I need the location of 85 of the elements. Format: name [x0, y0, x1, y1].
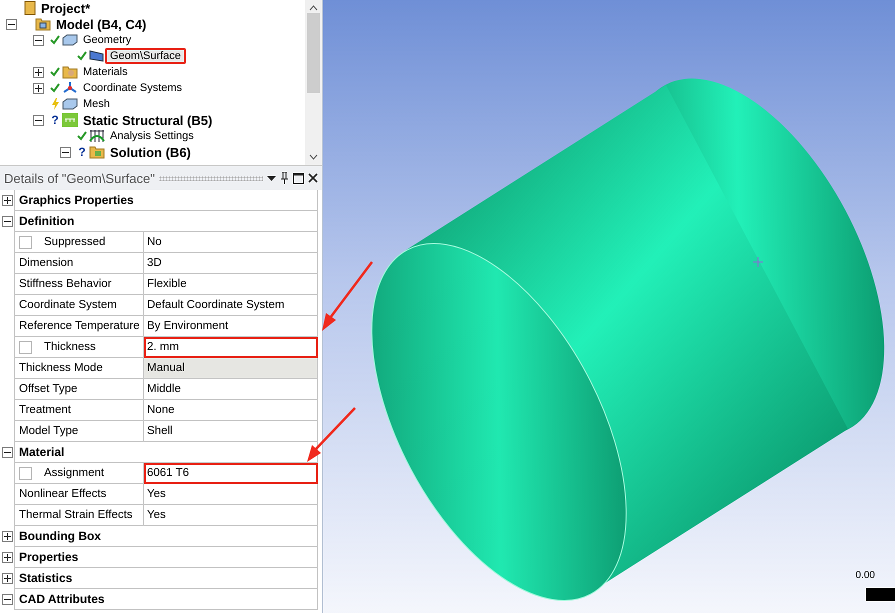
folder-icon [89, 145, 105, 159]
scroll-down-icon[interactable] [309, 154, 318, 160]
expander-toggle[interactable] [33, 82, 44, 94]
scrollbar[interactable] [305, 0, 322, 165]
close-icon[interactable] [308, 173, 318, 183]
surface-icon [89, 50, 105, 62]
property-value[interactable]: None [144, 400, 318, 421]
property-value[interactable]: 2. mm [144, 337, 318, 358]
category-header: Properties [14, 547, 318, 568]
expander-toggle[interactable] [33, 66, 44, 78]
property-value[interactable]: Yes [144, 484, 318, 505]
tree-item[interactable]: Solution (B6) [105, 142, 196, 162]
minus-icon [4, 218, 10, 225]
crosshair-icon [752, 256, 764, 268]
plus-icon [4, 554, 10, 561]
checkbox[interactable] [19, 236, 32, 248]
folder-cube-icon [35, 17, 51, 31]
category-header: Graphics Properties [14, 190, 318, 211]
scroll-up-icon[interactable] [309, 5, 318, 11]
plus-icon [35, 84, 42, 92]
analysis-icon [62, 113, 78, 127]
cube-icon [62, 98, 78, 110]
dropdown-icon[interactable] [267, 176, 276, 180]
scale-bar [866, 588, 895, 601]
property-value[interactable]: By Environment [144, 316, 318, 337]
cube-icon [62, 34, 78, 46]
tree-item[interactable]: Analysis Settings [105, 128, 199, 144]
category-header: Bounding Box [14, 526, 318, 547]
expander-toggle[interactable] [2, 531, 12, 542]
plus-icon [4, 197, 10, 204]
expander-toggle[interactable] [2, 447, 12, 458]
tree-item[interactable]: Materials [78, 64, 133, 80]
property-label: Assignment [44, 467, 104, 479]
checkbox[interactable] [19, 340, 32, 354]
property-value[interactable]: Shell [144, 421, 318, 442]
plus-icon [4, 533, 10, 540]
axes-icon [62, 81, 78, 95]
tree-item[interactable]: Geometry [78, 32, 136, 48]
property-value[interactable]: 3D [144, 253, 318, 274]
folder-icon [62, 65, 78, 79]
3d-viewport[interactable]: 0.00 [323, 0, 895, 613]
annotation-arrow [322, 261, 373, 331]
tree-item[interactable]: Coordinate Systems [78, 80, 188, 96]
tree-item[interactable]: Model (B4, C4) [51, 14, 152, 34]
plus-icon [4, 575, 10, 582]
minus-icon [4, 596, 10, 603]
expander-toggle[interactable] [33, 114, 44, 126]
expander-toggle[interactable] [33, 34, 44, 46]
cylinder-drawing[interactable] [371, 78, 884, 601]
tree-item[interactable]: Static Structural (B5) [78, 110, 218, 130]
category-header: Statistics [14, 568, 318, 589]
property-value[interactable]: 6061 T6 [144, 463, 318, 484]
expander-toggle[interactable] [2, 195, 12, 206]
scroll-thumb[interactable] [307, 12, 320, 92]
tree-item[interactable]: Project* [36, 0, 96, 18]
status-mark: ? [51, 113, 59, 127]
property-label: Thickness [44, 341, 96, 353]
chart-icon [89, 129, 105, 143]
plus-icon [35, 68, 42, 76]
property-value[interactable]: Middle [144, 379, 318, 400]
tree-item[interactable]: Mesh [78, 96, 115, 112]
annotation-arrow [307, 407, 356, 462]
category-header: CAD Attributes [14, 589, 318, 610]
panel-grip[interactable] [158, 176, 263, 180]
property-value[interactable]: Manual [144, 358, 318, 379]
panel-title: Details of "Geom\Surface" [4, 170, 155, 186]
status-mark: ? [78, 145, 86, 159]
pin-icon[interactable] [280, 172, 289, 184]
expander-toggle[interactable] [60, 146, 71, 158]
property-value[interactable]: No [144, 232, 318, 253]
checkbox[interactable] [19, 466, 32, 480]
property-value[interactable]: Yes [144, 505, 318, 526]
property-value[interactable]: Default Coordinate System [144, 295, 318, 316]
tree-item[interactable]: Geom\Surface [105, 48, 186, 64]
expander-toggle[interactable] [6, 18, 17, 30]
maximize-icon[interactable] [293, 172, 304, 184]
property-value[interactable]: Flexible [144, 274, 318, 295]
expander-toggle[interactable] [2, 573, 12, 584]
expander-toggle[interactable] [2, 216, 12, 227]
minus-icon [4, 449, 10, 456]
book-icon [24, 1, 36, 15]
property-label: Suppressed [44, 236, 106, 248]
expander-toggle[interactable] [2, 594, 12, 605]
expander-toggle[interactable] [2, 552, 12, 563]
scale-label: 0.00 [856, 570, 875, 581]
